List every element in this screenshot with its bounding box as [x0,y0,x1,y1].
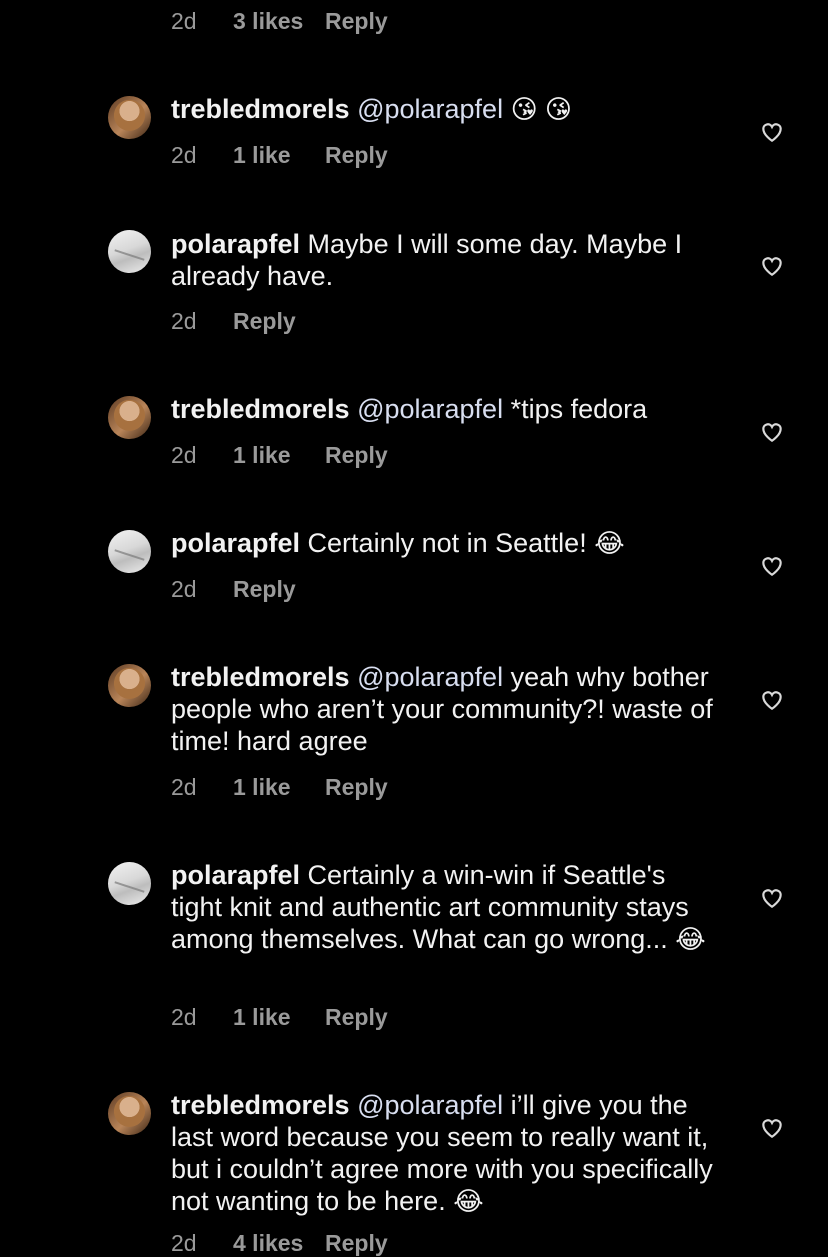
comment-likes[interactable]: 3 likes [233,8,325,35]
comment-emoji: 😘 😘 [510,94,573,124]
heart-outline-icon[interactable] [759,885,785,909]
comment-body: *tips fedora [510,394,648,424]
comment-username[interactable]: trebledmorels [171,662,350,692]
comment-time: 2d [171,774,197,800]
reply-button[interactable]: Reply [233,576,296,603]
comment-mention[interactable]: @polarapfel [357,94,503,124]
comment-username[interactable]: trebledmorels [171,1090,350,1120]
reply-button[interactable]: Reply [325,1004,388,1031]
comment-mention[interactable]: @polarapfel [357,1090,503,1120]
comment-meta: 2d 1 like Reply [171,442,388,469]
comment-meta: 2d 4 likes Reply [171,1230,388,1257]
reply-button[interactable]: Reply [325,1230,388,1257]
comment-text: trebledmorels @polarapfel i’ll give you … [171,1089,721,1217]
comment-meta: 2d Reply [171,308,296,335]
heart-outline-icon[interactable] [759,119,785,143]
comment-username[interactable]: polarapfel [171,528,300,558]
avatar[interactable] [108,230,151,273]
comment-text: trebledmorels @polarapfel *tips fedora [171,393,721,425]
comment-time: 2d [171,308,197,334]
comment-body: Certainly not in Seattle! [307,528,587,558]
comment-likes[interactable]: 1 like [233,1004,325,1031]
comment-emoji: 😂 [594,528,625,558]
comment-time: 2d [171,576,197,602]
comment-likes[interactable]: 1 like [233,774,325,801]
comment-meta-top: 2d 3 likes Reply [171,8,388,35]
reply-button[interactable]: Reply [325,442,388,469]
avatar[interactable] [108,1092,151,1135]
comment-time: 2d [171,1004,197,1030]
comment-meta: 2d 1 like Reply [171,142,388,169]
comment-text: trebledmorels @polarapfel yeah why bothe… [171,661,721,757]
comment-username[interactable]: polarapfel [171,229,300,259]
comment-time: 2d [171,8,197,34]
comment-meta: 2d Reply [171,576,296,603]
avatar[interactable] [108,96,151,139]
heart-outline-icon[interactable] [759,687,785,711]
comment-meta: 2d 1 like Reply [171,774,388,801]
comment-text: polarapfel Certainly not in Seattle! 😂 [171,527,721,559]
avatar[interactable] [108,396,151,439]
comment-emoji: 😂 [675,924,706,954]
comment-username[interactable]: polarapfel [171,860,300,890]
avatar[interactable] [108,530,151,573]
heart-outline-icon[interactable] [759,553,785,577]
comment-likes[interactable]: 1 like [233,142,325,169]
comment-username[interactable]: trebledmorels [171,94,350,124]
comment-mention[interactable]: @polarapfel [357,662,503,692]
comment-meta: 2d 1 like Reply [171,1004,388,1031]
reply-button[interactable]: Reply [325,142,388,169]
comment-emoji: 😂 [453,1186,484,1216]
comment-likes[interactable]: 1 like [233,442,325,469]
reply-button[interactable]: Reply [325,8,388,35]
heart-outline-icon[interactable] [759,1115,785,1139]
comment-text: polarapfel Maybe I will some day. Maybe … [171,228,721,292]
heart-outline-icon[interactable] [759,253,785,277]
reply-button[interactable]: Reply [325,774,388,801]
comment-username[interactable]: trebledmorels [171,394,350,424]
comment-text: trebledmorels @polarapfel 😘 😘 [171,93,721,125]
comment-mention[interactable]: @polarapfel [357,394,503,424]
comment-text: polarapfel Certainly a win-win if Seattl… [171,859,721,955]
avatar[interactable] [108,664,151,707]
comment-time: 2d [171,1230,197,1256]
comment-time: 2d [171,442,197,468]
reply-button[interactable]: Reply [233,308,296,335]
avatar[interactable] [108,862,151,905]
comment-likes[interactable]: 4 likes [233,1230,325,1257]
comment-time: 2d [171,142,197,168]
heart-outline-icon[interactable] [759,419,785,443]
